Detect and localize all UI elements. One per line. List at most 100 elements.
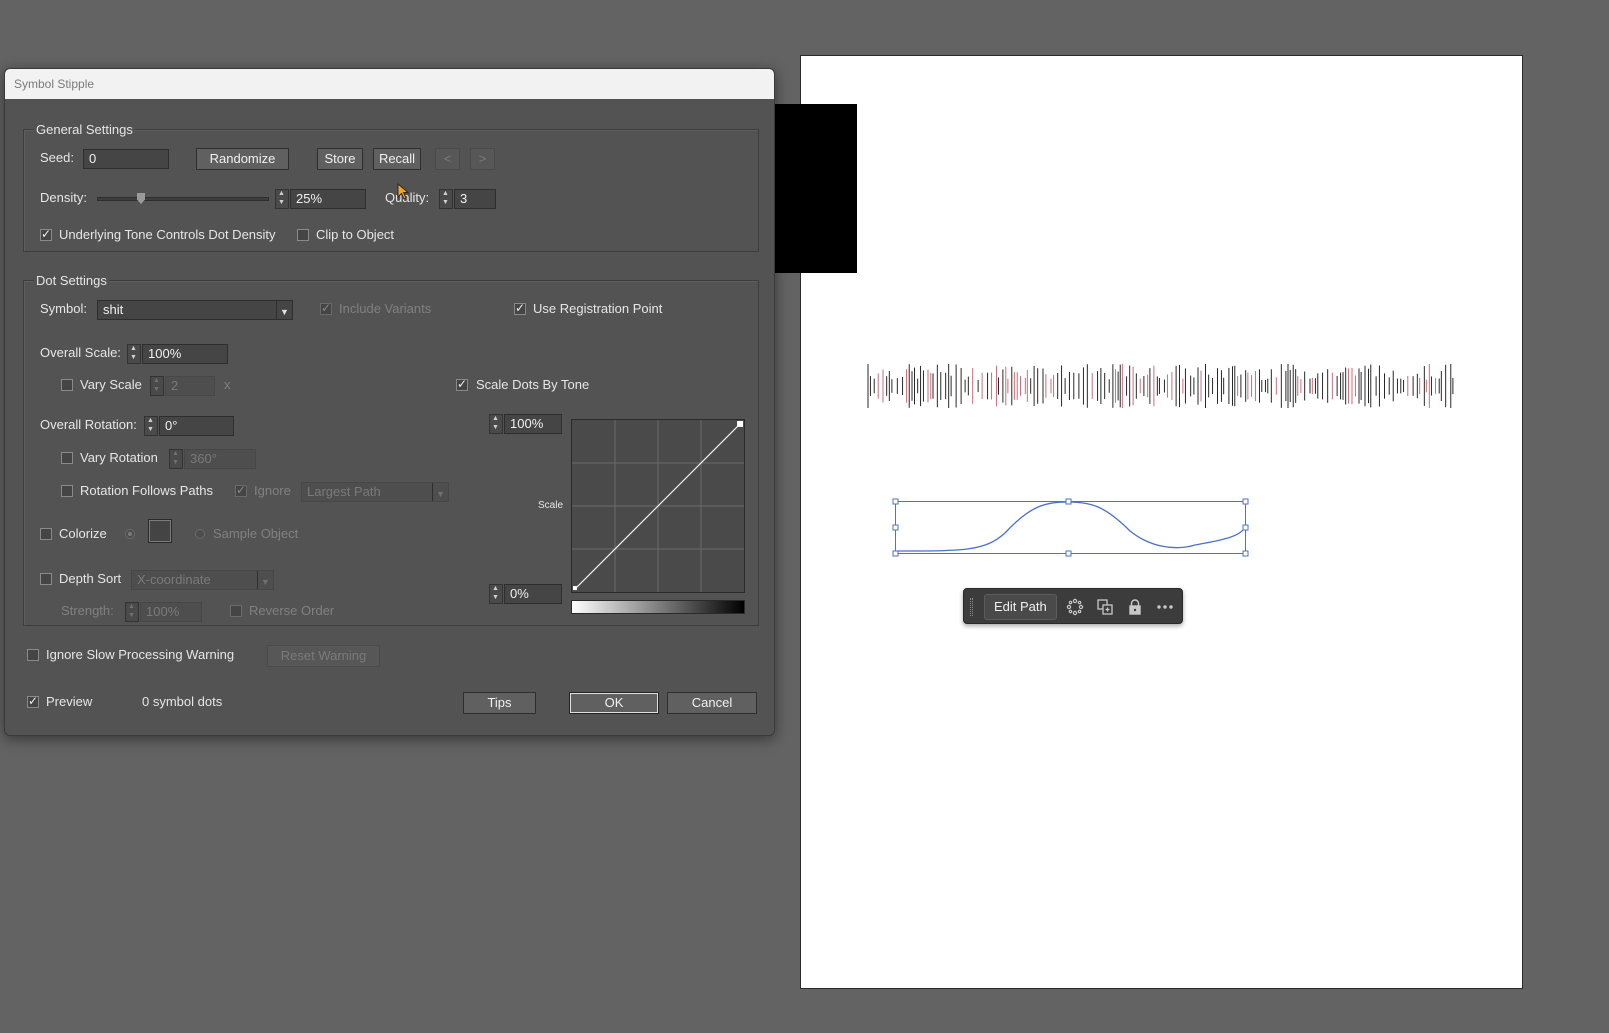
overall-rotation-stepper[interactable] [144,416,158,436]
transform-icon[interactable] [1065,597,1085,617]
scale-dots-by-tone-checkbox[interactable] [456,377,468,391]
include-variants-label: Include Variants [339,301,432,316]
vary-scale-input[interactable]: 2 [165,376,215,396]
contextual-task-bar: Edit Path [963,588,1183,624]
curve-min-stepper[interactable] [489,584,503,604]
drag-grip-icon[interactable] [970,598,973,616]
sample-object-radio[interactable] [195,529,205,539]
dialog-title: Symbol Stipple [14,77,95,91]
rotation-follows-paths-checkbox[interactable] [61,485,73,497]
overall-rotation-label: Overall Rotation: [40,417,137,432]
include-variants-checkbox[interactable] [320,301,332,315]
overall-rotation-input[interactable]: 0° [159,416,234,436]
tone-curve-graph[interactable] [571,419,745,593]
symbol-dot-count: 0 symbol dots [142,694,223,709]
scale-dots-by-tone-label: Scale Dots By Tone [476,377,590,392]
vary-rotation-input[interactable]: 360° [184,449,256,469]
edit-path-button[interactable]: Edit Path [984,594,1057,620]
previous-seed-button[interactable]: < [435,148,460,170]
curve-path [896,501,1246,552]
store-button[interactable]: Store [317,148,363,170]
sample-object-label: Sample Object [213,526,299,541]
curve-min-input[interactable]: 0% [504,584,562,604]
use-registration-point-checkbox[interactable] [514,301,526,315]
depth-sort-checkbox[interactable] [40,573,52,585]
randomize-button[interactable]: Randomize [196,148,289,170]
duplicate-icon[interactable] [1095,597,1115,617]
ignore-slow-warning-checkbox[interactable] [27,649,39,661]
strength-stepper[interactable] [125,602,139,622]
mouse-cursor-icon [397,183,409,200]
handle-mid-right [1242,524,1249,531]
quality-input[interactable]: 3 [454,189,496,209]
handle-bottom-center [1065,550,1072,557]
overall-scale-stepper[interactable] [127,344,141,364]
density-input[interactable]: 25% [290,189,366,209]
preview-checkbox[interactable] [27,694,39,708]
vary-scale-unit: x [224,377,231,392]
reverse-order-label: Reverse Order [249,603,335,618]
curve-max-input[interactable]: 100% [504,414,562,434]
reverse-order-checkbox[interactable] [230,605,242,617]
handle-bottom-right [1242,550,1249,557]
ignore-slow-warning-label: Ignore Slow Processing Warning [46,647,235,662]
ignore-label: Ignore [254,483,291,498]
general-settings-title: General Settings [34,122,135,137]
curve-axis-label: Scale [538,500,564,511]
cancel-button[interactable]: Cancel [667,692,757,714]
symbol-stipple-dialog: Symbol Stipple General Settings Seed: 0 … [4,68,775,736]
ignore-checkbox[interactable] [235,483,247,497]
curve-start-handle [572,586,577,591]
colorize-swatch-radio[interactable] [125,529,135,539]
strength-input[interactable]: 100% [140,602,202,622]
colorize-label: Colorize [59,526,107,541]
selected-path[interactable] [892,498,1250,560]
handle-top-center [1065,498,1072,505]
tone-controls-density-label: Underlying Tone Controls Dot Density [59,227,276,242]
vary-scale-checkbox[interactable] [61,379,73,391]
preview-label: Preview [46,694,93,709]
more-icon[interactable] [1155,597,1175,617]
chevron-down-icon [276,301,292,320]
strength-label: Strength: [61,603,114,618]
rotation-follows-paths-label: Rotation Follows Paths [80,483,213,498]
use-registration-point-label: Use Registration Point [533,301,663,316]
symbol-select-value: shit [103,302,124,317]
stipple-dots-band[interactable] [866,364,1456,408]
ok-button[interactable]: OK [569,692,659,714]
clip-to-object-checkbox[interactable] [297,229,309,241]
reset-warning-button[interactable]: Reset Warning [267,645,380,667]
depth-sort-value: X-coordinate [137,572,211,587]
quality-stepper[interactable] [439,189,453,209]
depth-sort-label: Depth Sort [59,571,122,586]
vary-rotation-stepper[interactable] [169,449,183,469]
overall-scale-input[interactable]: 100% [142,344,228,364]
chevron-down-icon [257,571,273,590]
symbol-label: Symbol: [40,301,87,316]
seed-input[interactable]: 0 [83,149,169,169]
color-swatch[interactable] [148,519,172,543]
tone-gradient-bar [571,600,745,614]
largest-path-select[interactable]: Largest Path [301,482,449,502]
clip-to-object-label: Clip to Object [316,227,395,242]
colorize-checkbox[interactable] [40,528,52,540]
vary-rotation-checkbox[interactable] [61,452,73,464]
seed-label: Seed: [40,150,74,165]
lock-icon[interactable] [1125,597,1145,617]
dot-settings-title: Dot Settings [34,273,109,288]
tone-controls-density-checkbox[interactable] [40,227,52,241]
vary-rotation-label: Vary Rotation [80,450,158,465]
symbol-select[interactable]: shit [97,300,293,320]
curve-end-handle [737,420,744,427]
dialog-titlebar[interactable]: Symbol Stipple [5,69,774,99]
next-seed-button[interactable]: > [470,148,495,170]
vary-scale-stepper[interactable] [150,376,164,396]
density-slider[interactable] [97,193,269,204]
curve-max-stepper[interactable] [489,414,503,434]
depth-sort-select[interactable]: X-coordinate [131,570,274,590]
tips-button[interactable]: Tips [463,692,536,714]
handle-mid-left [892,524,899,531]
recall-button[interactable]: Recall [373,148,421,170]
density-stepper[interactable] [275,189,289,209]
largest-path-value: Largest Path [307,484,381,499]
